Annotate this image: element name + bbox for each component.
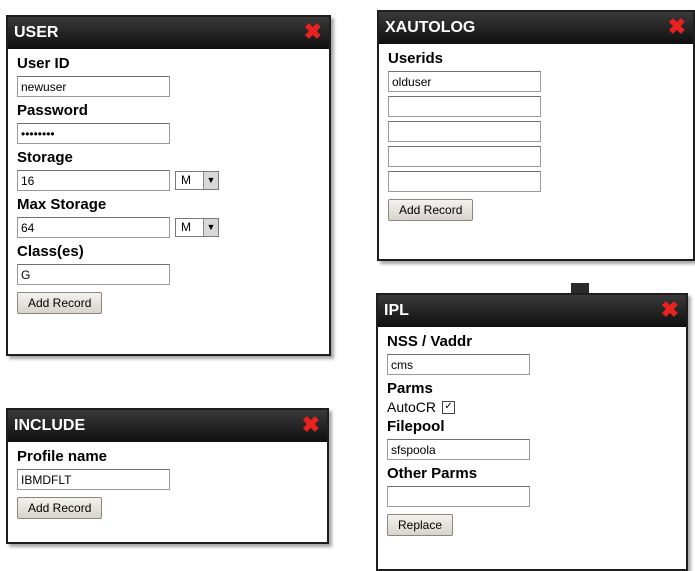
autocr-label: AutoCR <box>387 399 437 415</box>
storage-unit-value: M <box>181 173 191 187</box>
userid-label: User ID <box>17 55 70 72</box>
checkbox-checked-icon[interactable]: ✓ <box>442 400 456 414</box>
include-panel: INCLUDE ✖ Profile name Add Record <box>6 408 329 544</box>
include-titlebar: INCLUDE ✖ <box>8 410 327 442</box>
include-title: INCLUDE <box>14 417 86 434</box>
ipl-titlebar: IPL ✖ <box>378 295 686 327</box>
user-titlebar: USER ✖ <box>8 17 329 49</box>
storage-input[interactable] <box>17 170 170 191</box>
maxstorage-input[interactable] <box>17 217 170 238</box>
profile-name-input[interactable] <box>17 469 170 490</box>
close-icon[interactable]: ✖ <box>661 295 679 325</box>
password-label: Password <box>17 102 88 119</box>
user-panel: USER ✖ User ID Password Storage M ▼ Max … <box>6 15 331 356</box>
parms-label: Parms <box>387 380 433 397</box>
add-record-button[interactable]: Add Record <box>388 199 474 221</box>
userid-input-2[interactable] <box>388 96 541 117</box>
chevron-down-icon[interactable]: ▼ <box>203 219 218 236</box>
add-record-button[interactable]: Add Record <box>17 497 103 519</box>
replace-button[interactable]: Replace <box>387 514 454 536</box>
nss-vaddr-label: NSS / Vaddr <box>387 333 473 350</box>
close-icon[interactable]: ✖ <box>302 410 320 440</box>
userid-input-4[interactable] <box>388 146 541 167</box>
other-parms-label: Other Parms <box>387 465 478 482</box>
add-record-button[interactable]: Add Record <box>17 292 103 314</box>
chevron-down-icon[interactable]: ▼ <box>203 172 218 189</box>
autocr-row: AutoCR ✓ <box>387 399 677 415</box>
userid-input-3[interactable] <box>388 121 541 142</box>
user-title: USER <box>14 24 59 41</box>
xautolog-title: XAUTOLOG <box>385 19 476 36</box>
other-parms-input[interactable] <box>387 486 530 507</box>
nss-vaddr-input[interactable] <box>387 354 530 375</box>
profile-name-label: Profile name <box>17 448 108 465</box>
userids-label: Userids <box>388 50 444 67</box>
ipl-panel: IPL ✖ NSS / Vaddr Parms AutoCR ✓ Filepoo… <box>376 293 688 571</box>
classes-label: Class(es) <box>17 243 84 260</box>
maxstorage-unit-value: M <box>181 220 191 234</box>
ipl-title: IPL <box>384 302 409 319</box>
userid-input-5[interactable] <box>388 171 541 192</box>
xautolog-panel: XAUTOLOG ✖ Userids Add Record <box>377 10 695 261</box>
userid-input[interactable] <box>17 76 170 97</box>
close-icon[interactable]: ✖ <box>304 17 322 47</box>
xautolog-titlebar: XAUTOLOG ✖ <box>379 12 693 44</box>
classes-input[interactable] <box>17 264 170 285</box>
storage-label: Storage <box>17 149 73 166</box>
filepool-input[interactable] <box>387 439 530 460</box>
maxstorage-unit-select[interactable]: M ▼ <box>175 218 219 237</box>
filepool-label: Filepool <box>387 418 445 435</box>
userid-input-1[interactable] <box>388 71 541 92</box>
storage-unit-select[interactable]: M ▼ <box>175 171 219 190</box>
password-input[interactable] <box>17 123 170 144</box>
maxstorage-label: Max Storage <box>17 196 107 213</box>
close-icon[interactable]: ✖ <box>668 12 686 42</box>
